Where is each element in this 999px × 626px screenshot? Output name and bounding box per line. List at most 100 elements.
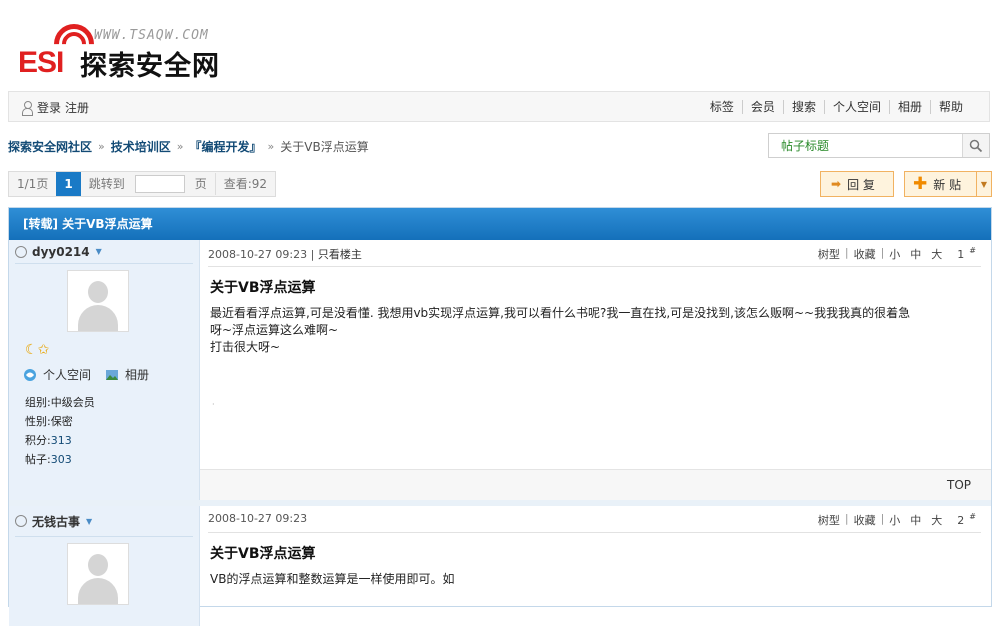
post-body-line: VB的浮点运算和整数运算是一样使用即可。如 xyxy=(210,572,455,586)
pagination: 1/1页 1 跳转到 页 查看:92 xyxy=(8,171,277,197)
thread-container: [转载] 关于VB浮点运算 dyy0214 ▼ ☾✩ 个人空间 相册 组别:中级… xyxy=(8,207,992,626)
chevron-down-icon[interactable]: ▼ xyxy=(96,247,102,256)
floor-number: 2 # xyxy=(957,512,976,527)
author-album-link[interactable]: 相册 xyxy=(125,366,149,383)
breadcrumb-home[interactable]: 探索安全网社区 xyxy=(8,138,92,155)
breadcrumb-current: 关于VB浮点运算 xyxy=(280,140,369,154)
post-body-line: 呀~浮点运算这么难啊~ xyxy=(210,323,339,337)
post-content: 2008-10-27 09:23 | 只看楼主 树型 | 收藏 | 小 中 大 1 #… xyxy=(200,240,991,500)
register-link[interactable]: 注册 xyxy=(65,99,89,116)
author-name-row: 无钱古事 ▼ xyxy=(15,506,193,537)
avatar[interactable] xyxy=(67,543,129,605)
chevron-down-icon[interactable]: ▼ xyxy=(86,517,92,526)
chevron-down-icon[interactable]: ▼ xyxy=(976,172,991,196)
font-small-link[interactable]: 小 xyxy=(884,246,905,262)
logo-brand-name: 探索安全网 xyxy=(80,51,220,82)
moon-icon: ☾ xyxy=(25,342,38,358)
breadcrumb-section[interactable]: 技术培训区 xyxy=(111,138,171,155)
post-footer: TOP xyxy=(200,469,991,500)
post-body-line: 最近看看浮点运算,可是没看懂. 我想用vb实现浮点运算,我可以看什么书呢?我一直… xyxy=(210,306,911,320)
breadcrumb: 探索安全网社区 » 技术培训区 » 『编程开发』 » 关于VB浮点运算 xyxy=(8,138,369,155)
author-space-link[interactable]: 个人空间 xyxy=(43,366,91,383)
reply-arrow-icon: ➡ xyxy=(831,177,842,191)
author-links: 个人空间 相册 xyxy=(23,366,199,383)
search-box xyxy=(768,133,990,158)
breadcrumb-forum[interactable]: 『编程开发』 xyxy=(190,138,262,155)
star-icon: ✩ xyxy=(37,342,50,358)
nav-link-album[interactable]: 相册 xyxy=(888,100,930,114)
nav-link-tags[interactable]: 标签 xyxy=(702,100,742,114)
reply-label: 回 复 xyxy=(847,177,875,192)
search-button[interactable] xyxy=(962,134,989,157)
author-posts-label: 帖子: xyxy=(25,453,51,466)
post-body: 最近看看浮点运算,可是没看懂. 我想用vb实现浮点运算,我可以看什么书呢?我一直… xyxy=(210,305,971,356)
page-count: 1/1页 xyxy=(17,177,49,191)
post-meta: 2008-10-27 09:23 | 只看楼主 树型 | 收藏 | 小 中 大 1 # xyxy=(208,240,981,267)
new-post-button[interactable]: ✚ 新 贴 ▼ xyxy=(904,171,992,197)
post-content: 2008-10-27 09:23 树型 | 收藏 | 小 中 大 2 # 关于VB浮点… xyxy=(200,506,991,626)
author-posts-value: 303 xyxy=(50,453,72,466)
post: 无钱古事 ▼ 2008-10-27 09:23 树型 | 收藏 | 小 中 大 2 #… xyxy=(9,506,991,626)
post-tools: 树型 | 收藏 | 小 中 大 1 # xyxy=(813,246,981,262)
avatar[interactable] xyxy=(67,270,129,332)
new-post-label: 新 贴 xyxy=(933,177,962,192)
jump-label: 跳转到 xyxy=(88,177,125,191)
font-small-link[interactable]: 小 xyxy=(884,512,905,528)
post-date: 2008-10-27 09:23 xyxy=(208,512,308,525)
search-input[interactable] xyxy=(779,138,963,154)
author-points: 积分:313 xyxy=(25,431,199,450)
author-points-label: 积分: xyxy=(25,434,51,447)
breadcrumb-separator: » xyxy=(98,140,105,153)
tree-view-link[interactable]: 树型 xyxy=(813,512,845,528)
breadcrumb-separator: » xyxy=(267,140,275,153)
font-large-link[interactable]: 大 xyxy=(926,246,947,262)
font-medium-link[interactable]: 中 xyxy=(905,246,926,262)
view-count: 查看:92 xyxy=(214,173,275,195)
rank-icons: ☾✩ xyxy=(25,342,199,358)
reply-button[interactable]: ➡ 回 复 xyxy=(820,171,894,197)
nav-link-space[interactable]: 个人空间 xyxy=(823,100,889,114)
post-body: VB的浮点运算和整数运算是一样使用即可。如 xyxy=(210,571,971,588)
author-gender: 性别:保密 xyxy=(25,415,73,428)
page-unit: 页 xyxy=(194,177,207,191)
post-date: 2008-10-27 09:23 | 只看楼主 xyxy=(208,248,362,261)
user-links: 登录 注册 xyxy=(21,99,89,116)
user-icon xyxy=(21,100,33,116)
author-post-count: 帖子:303 xyxy=(25,450,199,469)
top-nav-bar: 登录 注册 标签 会员 搜索 个人空间 相册 帮助 xyxy=(8,91,990,122)
nav-link-members[interactable]: 会员 xyxy=(741,100,783,114)
post-body-line: 打击很大呀~ xyxy=(210,340,281,354)
breadcrumb-separator: » xyxy=(176,140,184,153)
font-large-link[interactable]: 大 xyxy=(926,512,947,528)
plus-icon: ✚ xyxy=(913,174,928,194)
site-logo[interactable]: WWW.TSAQW.COM ESI 探索安全网 xyxy=(18,15,230,82)
post-tools: 树型 | 收藏 | 小 中 大 2 # xyxy=(813,512,981,528)
only-author-link[interactable]: 只看楼主 xyxy=(318,248,362,261)
post-meta: 2008-10-27 09:23 树型 | 收藏 | 小 中 大 2 # xyxy=(208,506,981,533)
favorite-link[interactable]: 收藏 xyxy=(849,512,881,528)
page-current[interactable]: 1 xyxy=(56,172,81,196)
online-status-icon xyxy=(15,515,27,527)
post-title: 关于VB浮点运算 xyxy=(210,546,316,562)
author-name[interactable]: 无钱古事 xyxy=(32,513,80,530)
divider-dot: · xyxy=(212,400,215,409)
logo-url-text: WWW.TSAQW.COM xyxy=(94,28,209,43)
nav-link-search[interactable]: 搜索 xyxy=(782,100,824,114)
favorite-link[interactable]: 收藏 xyxy=(849,246,881,262)
search-icon xyxy=(969,139,983,153)
floor-number: 1 # xyxy=(957,246,976,261)
font-medium-link[interactable]: 中 xyxy=(905,512,926,528)
space-icon xyxy=(24,368,36,381)
tree-view-link[interactable]: 树型 xyxy=(813,246,845,262)
post-author-panel: 无钱古事 ▼ xyxy=(9,506,200,626)
login-link[interactable]: 登录 xyxy=(37,99,61,116)
thread-title: [转载] 关于VB浮点运算 xyxy=(9,208,991,240)
nav-link-help[interactable]: 帮助 xyxy=(929,100,971,114)
site-nav-links: 标签 会员 搜索 个人空间 相册 帮助 xyxy=(702,100,971,114)
author-group: 组别:中级会员 xyxy=(25,396,95,409)
online-status-icon xyxy=(15,245,27,258)
author-name[interactable]: dyy0214 xyxy=(32,245,90,259)
back-to-top-link[interactable]: TOP xyxy=(947,478,971,492)
page-jump-input[interactable] xyxy=(134,175,185,193)
post-author-panel: dyy0214 ▼ ☾✩ 个人空间 相册 组别:中级会员 性别:保密 积分:31… xyxy=(9,240,200,500)
